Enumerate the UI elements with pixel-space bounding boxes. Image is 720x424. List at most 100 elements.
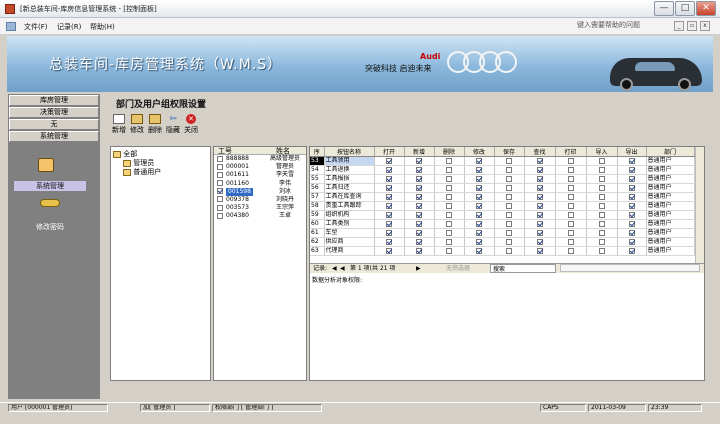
permission-checkbox[interactable]	[506, 229, 512, 236]
permission-checkbox[interactable]	[598, 247, 605, 254]
permission-row[interactable]: 61 车型 普通用户	[310, 228, 695, 238]
permission-checkbox[interactable]	[446, 247, 452, 254]
permission-checkbox[interactable]	[506, 193, 512, 200]
user-checkbox[interactable]	[217, 212, 223, 219]
permission-row[interactable]: 54 工具退换 普通用户	[310, 165, 695, 175]
mdi-close-button[interactable]: x	[700, 21, 710, 31]
permission-checkbox[interactable]	[536, 157, 543, 164]
permission-checkbox[interactable]	[506, 157, 512, 164]
app-icon[interactable]	[5, 4, 15, 14]
permission-column-header[interactable]: 修改	[464, 147, 495, 157]
permission-checkbox[interactable]	[506, 211, 512, 218]
permission-checkbox[interactable]	[476, 184, 482, 191]
user-row[interactable]: 009378 刘晓丹	[214, 196, 306, 204]
permission-checkbox[interactable]	[416, 175, 422, 182]
permission-checkbox[interactable]	[446, 211, 452, 218]
new-button[interactable]: 新增	[110, 114, 128, 135]
mdi-minimize-button[interactable]: _	[674, 21, 684, 31]
permission-checkbox[interactable]	[476, 157, 482, 164]
permission-checkbox[interactable]	[446, 220, 452, 227]
permission-checkbox[interactable]	[416, 193, 422, 200]
permission-checkbox[interactable]	[567, 166, 574, 173]
user-row[interactable]: 001611 李天雪	[214, 171, 306, 179]
permission-checkbox[interactable]	[628, 211, 635, 218]
permission-checkbox[interactable]	[567, 220, 574, 227]
user-id-header[interactable]: 工号	[218, 147, 232, 155]
permission-checkbox[interactable]	[567, 202, 574, 209]
permission-checkbox[interactable]	[567, 211, 574, 218]
permission-checkbox[interactable]	[416, 184, 422, 191]
permission-checkbox[interactable]	[386, 211, 392, 218]
permission-checkbox[interactable]	[536, 247, 543, 254]
permission-checkbox[interactable]	[628, 238, 635, 245]
permission-checkbox[interactable]	[506, 175, 512, 182]
permission-column-header[interactable]: 导出	[617, 147, 647, 157]
permission-checkbox[interactable]	[598, 157, 605, 164]
menu-record[interactable]: 记录(R)	[57, 22, 81, 32]
nav-system-button[interactable]: 系统管理	[9, 131, 99, 142]
permission-row[interactable]: 53 工具领用 普通用户	[310, 156, 695, 166]
permission-checkbox[interactable]	[476, 238, 482, 245]
permission-checkbox[interactable]	[567, 238, 574, 245]
permission-row[interactable]: 58 贵重工具跟踪 普通用户	[310, 201, 695, 211]
permission-checkbox[interactable]	[416, 229, 422, 236]
permission-checkbox[interactable]	[386, 229, 392, 236]
permission-checkbox[interactable]	[416, 238, 422, 245]
permission-checkbox[interactable]	[416, 157, 422, 164]
permission-checkbox[interactable]	[386, 238, 392, 245]
permission-row[interactable]: 57 工具在库查询 普通用户	[310, 192, 695, 202]
permission-column-header[interactable]: 查找	[524, 147, 556, 157]
permission-column-header[interactable]: 导入	[586, 147, 618, 157]
permission-checkbox[interactable]	[628, 184, 635, 191]
user-row[interactable]: 001160 李伟	[214, 180, 306, 188]
user-checkbox[interactable]	[217, 171, 223, 178]
permission-checkbox[interactable]	[598, 202, 605, 209]
permission-checkbox[interactable]	[386, 247, 392, 254]
permission-checkbox[interactable]	[416, 220, 422, 227]
permission-checkbox[interactable]	[386, 193, 392, 200]
permission-checkbox[interactable]	[506, 166, 512, 173]
permission-checkbox[interactable]	[416, 202, 422, 209]
permission-checkbox[interactable]	[416, 166, 422, 173]
permission-checkbox[interactable]	[536, 166, 543, 173]
record-first-button[interactable]: ◀	[332, 264, 337, 273]
permission-checkbox[interactable]	[628, 175, 635, 182]
permission-column-header[interactable]: 按钮名称	[324, 147, 375, 157]
permission-checkbox[interactable]	[386, 166, 392, 173]
permission-checkbox[interactable]	[476, 247, 482, 254]
permission-checkbox[interactable]	[567, 157, 574, 164]
permission-checkbox[interactable]	[476, 193, 482, 200]
permission-column-header[interactable]: 打开	[374, 147, 405, 157]
permission-checkbox[interactable]	[446, 229, 452, 236]
permission-row[interactable]: 63 代理商 普通用户	[310, 246, 695, 256]
permission-checkbox[interactable]	[598, 184, 605, 191]
user-row[interactable]: 001598 刘冰	[214, 187, 306, 196]
nav-warehouse-button[interactable]: 库房管理	[9, 95, 99, 106]
permission-hscroll[interactable]	[560, 264, 700, 272]
system-manage-label[interactable]: 系统管理	[14, 181, 86, 191]
permission-checkbox[interactable]	[628, 229, 635, 236]
permission-checkbox[interactable]	[416, 211, 422, 218]
record-search-box[interactable]: 搜索	[490, 264, 556, 273]
permission-checkbox[interactable]	[536, 193, 543, 200]
permission-column-header[interactable]: 部门	[646, 147, 695, 157]
permission-checkbox[interactable]	[567, 193, 574, 200]
nav-none-button[interactable]: 无	[9, 119, 99, 130]
permission-checkbox[interactable]	[567, 175, 574, 182]
permission-checkbox[interactable]	[598, 193, 605, 200]
permission-checkbox[interactable]	[446, 157, 452, 164]
permission-checkbox[interactable]	[446, 184, 452, 191]
permission-checkbox[interactable]	[476, 202, 482, 209]
user-checkbox[interactable]	[217, 196, 223, 203]
permission-checkbox[interactable]	[476, 220, 482, 227]
permission-checkbox[interactable]	[598, 229, 605, 236]
user-checkbox[interactable]	[217, 204, 223, 211]
permission-column-header[interactable]: 新增	[404, 147, 435, 157]
hide-button[interactable]: ⇦ 隐藏	[164, 114, 182, 135]
user-checkbox[interactable]	[217, 180, 223, 187]
permission-column-header[interactable]: 打印	[555, 147, 587, 157]
permission-checkbox[interactable]	[567, 229, 574, 236]
permission-row[interactable]: 55 工具报损 普通用户	[310, 174, 695, 184]
user-checkbox[interactable]	[217, 163, 223, 170]
close-button[interactable]: ✕ 关闭	[182, 114, 200, 135]
